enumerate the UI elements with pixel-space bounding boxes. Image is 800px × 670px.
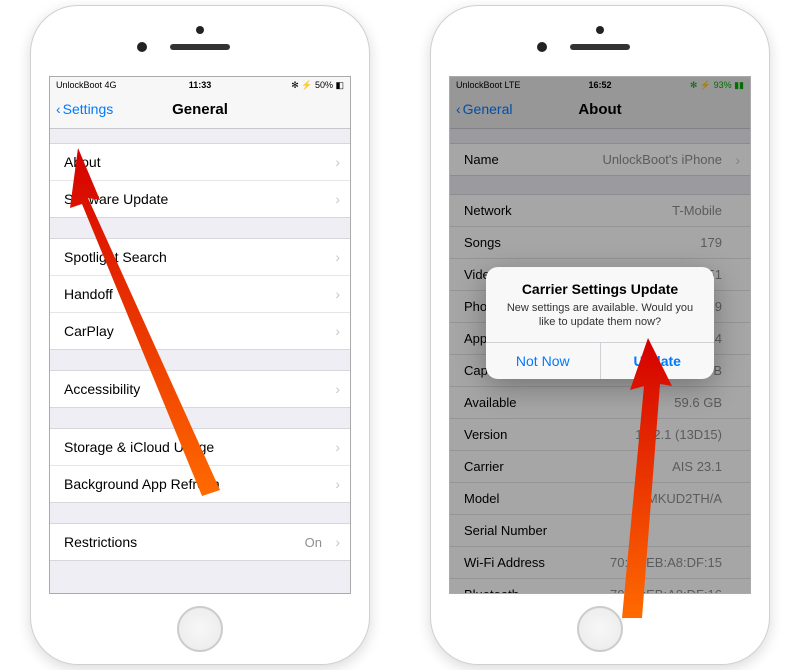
- group-5: Restrictions On ›: [50, 523, 350, 561]
- screen-left: UnlockBoot 4G 11:33 ✻ ⚡ 50% ◧ ‹ Settings…: [49, 76, 351, 594]
- row-accessibility[interactable]: Accessibility ›: [50, 371, 350, 407]
- chevron-right-icon: ›: [335, 534, 340, 550]
- chevron-right-icon: ›: [335, 154, 340, 170]
- earpiece: [570, 44, 630, 50]
- home-button[interactable]: [177, 606, 223, 652]
- row-storage[interactable]: Storage & iCloud Usage ›: [50, 429, 350, 466]
- nav-title: General: [50, 101, 350, 118]
- row-bgrefresh[interactable]: Background App Refresh ›: [50, 466, 350, 502]
- front-camera: [137, 42, 147, 52]
- row-carplay[interactable]: CarPlay ›: [50, 313, 350, 349]
- row-label: Accessibility: [64, 381, 140, 397]
- group-1: About › Software Update ›: [50, 143, 350, 218]
- row-label: Background App Refresh: [64, 476, 220, 492]
- earpiece: [170, 44, 230, 50]
- home-button[interactable]: [577, 606, 623, 652]
- phone-left: UnlockBoot 4G 11:33 ✻ ⚡ 50% ◧ ‹ Settings…: [30, 5, 370, 665]
- row-software-update[interactable]: Software Update ›: [50, 181, 350, 217]
- chevron-right-icon: ›: [335, 323, 340, 339]
- carrier-update-alert: Carrier Settings Update New settings are…: [486, 267, 714, 379]
- chevron-right-icon: ›: [335, 249, 340, 265]
- row-label: Software Update: [64, 191, 168, 207]
- alert-body: New settings are available. Would you li…: [486, 301, 714, 342]
- screen-right: UnlockBoot LTE 16:52 ✻ ⚡ 93% ▮▮ ‹ Genera…: [449, 76, 751, 594]
- row-label: CarPlay: [64, 323, 114, 339]
- row-about[interactable]: About ›: [50, 144, 350, 181]
- row-label: Handoff: [64, 286, 113, 302]
- row-label: Spotlight Search: [64, 249, 167, 265]
- chevron-right-icon: ›: [335, 381, 340, 397]
- not-now-button[interactable]: Not Now: [486, 343, 601, 379]
- status-bar: UnlockBoot 4G 11:33 ✻ ⚡ 50% ◧: [50, 77, 350, 93]
- row-restrictions[interactable]: Restrictions On ›: [50, 524, 350, 560]
- group-4: Storage & iCloud Usage › Background App R…: [50, 428, 350, 503]
- row-value: On: [305, 535, 322, 550]
- alert-buttons: Not Now Update: [486, 342, 714, 379]
- nav-bar: ‹ Settings General: [50, 93, 350, 129]
- front-camera: [537, 42, 547, 52]
- chevron-right-icon: ›: [335, 286, 340, 302]
- chevron-right-icon: ›: [335, 439, 340, 455]
- update-button[interactable]: Update: [601, 343, 715, 379]
- sensor-dot: [596, 26, 604, 34]
- group-2: Spotlight Search › Handoff › CarPlay ›: [50, 238, 350, 350]
- alert-title: Carrier Settings Update: [486, 267, 714, 301]
- row-spotlight[interactable]: Spotlight Search ›: [50, 239, 350, 276]
- chevron-right-icon: ›: [335, 476, 340, 492]
- phone-right: UnlockBoot LTE 16:52 ✻ ⚡ 93% ▮▮ ‹ Genera…: [430, 5, 770, 665]
- row-label: About: [64, 154, 101, 170]
- row-label: Storage & iCloud Usage: [64, 439, 214, 455]
- chevron-right-icon: ›: [335, 191, 340, 207]
- group-3: Accessibility ›: [50, 370, 350, 408]
- row-handoff[interactable]: Handoff ›: [50, 276, 350, 313]
- sensor-dot: [196, 26, 204, 34]
- settings-list[interactable]: About › Software Update › Spotlight Search…: [50, 129, 350, 593]
- row-label: Restrictions: [64, 534, 137, 550]
- status-time: 11:33: [50, 80, 350, 90]
